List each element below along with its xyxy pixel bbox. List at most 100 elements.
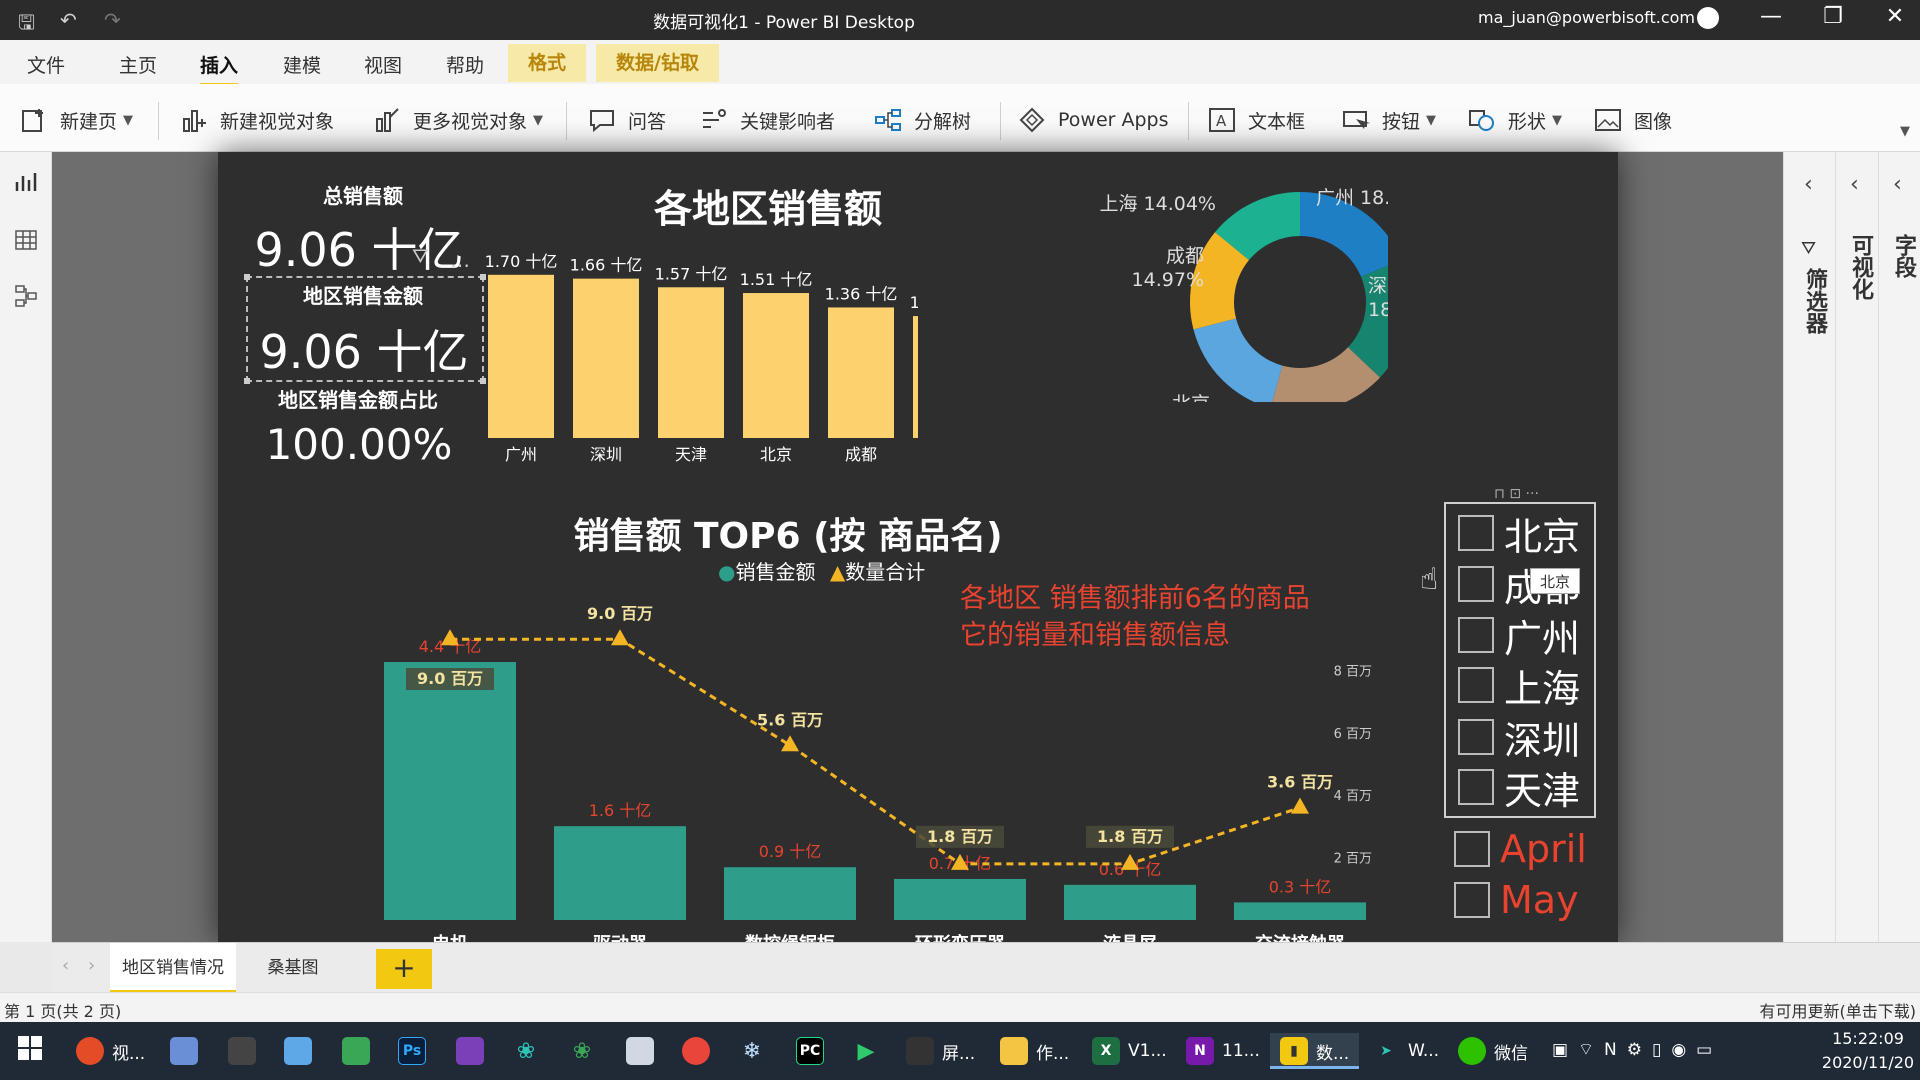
bar[interactable]: [724, 867, 856, 920]
taskbar-app-excel[interactable]: X V1...: [1092, 1033, 1167, 1069]
filter-icon[interactable]: ⛛: [412, 244, 429, 268]
tab-file[interactable]: 文件: [27, 51, 65, 78]
resize-handle[interactable]: [244, 274, 250, 280]
bar[interactable]: [384, 662, 516, 920]
taskbar-app-photoshop[interactable]: Ps: [398, 1033, 434, 1069]
taskbar-app-wechat[interactable]: 微信: [1458, 1033, 1528, 1069]
tab-data-drill[interactable]: 数据/钻取: [596, 44, 719, 82]
next-page-icon[interactable]: ›: [88, 955, 95, 976]
taskbar-app-browser[interactable]: 视...: [76, 1033, 145, 1069]
slicer-item-tianjin[interactable]: 天津: [1458, 766, 1580, 813]
bar[interactable]: [1234, 902, 1366, 920]
taskbar-app-pycharm[interactable]: PC: [796, 1033, 832, 1069]
slicer-header-icons[interactable]: ⊓ ⊡ ···: [1494, 486, 1539, 502]
taskbar-app-tool[interactable]: [342, 1033, 378, 1069]
checkbox[interactable]: [1454, 831, 1490, 867]
region-share-donut-chart[interactable]: 广州 18.76%深圳18.28%天津 17.28%北京16.67%成都14.9…: [968, 152, 1388, 402]
update-link[interactable]: 有可用更新(单击下载): [1760, 998, 1917, 1022]
ribbon-collapse-icon[interactable]: ▼: [1900, 124, 1910, 139]
taskbar-app-notes[interactable]: [284, 1033, 320, 1069]
slicer-item-april[interactable]: April: [1454, 827, 1587, 871]
page-tab-region-sales[interactable]: 地区销售情况: [110, 943, 236, 993]
chevron-left-icon[interactable]: ‹: [1850, 172, 1859, 197]
bar[interactable]: [743, 293, 809, 438]
key-influencers-button[interactable]: 关键影响者: [700, 106, 835, 134]
taskbar-app-onenote[interactable]: N 11...: [1186, 1033, 1260, 1069]
checkbox[interactable]: [1458, 667, 1494, 703]
taskbar-app-screen[interactable]: 屏...: [906, 1033, 975, 1069]
restore-button[interactable]: ❐: [1810, 4, 1856, 29]
textbox-button[interactable]: A 文本框: [1208, 106, 1305, 134]
bar[interactable]: [573, 278, 639, 438]
taskbar-app-doc[interactable]: [626, 1033, 662, 1069]
add-page-button[interactable]: +: [376, 949, 432, 989]
taskbar-app-video[interactable]: [228, 1033, 264, 1069]
prev-page-icon[interactable]: ‹: [62, 955, 69, 976]
taskbar-app-pdf[interactable]: [456, 1033, 492, 1069]
tab-view[interactable]: 视图: [364, 51, 402, 78]
slicer-item-beijing[interactable]: 北京: [1458, 512, 1580, 559]
tab-help[interactable]: 帮助: [446, 51, 484, 78]
taskbar-app-chrome[interactable]: [682, 1033, 718, 1069]
quantity-marker[interactable]: [611, 629, 629, 646]
minimize-button[interactable]: —: [1748, 4, 1794, 29]
checkbox[interactable]: [1454, 882, 1490, 918]
checkbox[interactable]: [1458, 515, 1494, 551]
page-tab-sankey[interactable]: 桑基图: [248, 943, 338, 993]
bar[interactable]: [554, 826, 686, 920]
bar[interactable]: [1064, 884, 1196, 920]
slicer-item-shanghai[interactable]: 上海: [1458, 664, 1580, 711]
image-button[interactable]: 图像: [1594, 106, 1672, 134]
checkbox[interactable]: [1458, 769, 1494, 805]
fields-pane-collapsed[interactable]: ‹ 字段: [1878, 152, 1920, 942]
new-visual-button[interactable]: 新建视觉对象: [180, 106, 334, 134]
taskbar-app-player[interactable]: ▶: [852, 1033, 888, 1069]
slicer-item-guangzhou[interactable]: 广州: [1458, 614, 1580, 661]
qa-button[interactable]: 问答: [588, 106, 666, 134]
quantity-marker[interactable]: [781, 735, 799, 752]
avatar[interactable]: [1697, 7, 1719, 29]
region-sales-bar-chart[interactable]: 1.70 十亿广州 1.66 十亿深圳 1.57 十亿天津 1.51 十亿北京 1.36…: [468, 232, 918, 472]
taskbar-app-word[interactable]: ➤ W...: [1372, 1033, 1439, 1069]
taskbar-app-paw[interactable]: ❀: [512, 1033, 548, 1069]
windows-start-icon[interactable]: [18, 1036, 42, 1064]
data-view-icon[interactable]: [14, 228, 38, 252]
tab-format[interactable]: 格式: [508, 44, 587, 82]
checkbox[interactable]: [1458, 617, 1494, 653]
new-page-button[interactable]: 新建页 ▼: [20, 106, 133, 134]
slicer-item-may[interactable]: May: [1454, 878, 1579, 922]
system-tray-icons[interactable]: ▣⌔N⚙▯◉▭: [1552, 1039, 1722, 1060]
taskbar-app-snow[interactable]: ❄: [738, 1033, 774, 1069]
region-sales-card[interactable]: 9.06 十亿: [234, 316, 494, 382]
clock[interactable]: 15:22:09 2020/11/20: [1820, 1027, 1916, 1075]
more-options-icon[interactable]: …: [450, 248, 470, 272]
checkbox[interactable]: [1458, 719, 1494, 755]
filters-pane-collapsed[interactable]: ‹ ⛛ 筛选器: [1783, 152, 1835, 942]
taskbar-app-paint[interactable]: [170, 1033, 206, 1069]
taskbar-app-paw2[interactable]: ❀: [568, 1033, 604, 1069]
total-sales-card[interactable]: 9.06 十亿: [234, 214, 484, 280]
bar[interactable]: [828, 307, 894, 438]
more-visuals-button[interactable]: 更多视觉对象 ▼: [373, 106, 543, 134]
power-apps-button[interactable]: Power Apps: [1018, 106, 1169, 134]
buttons-button[interactable]: 按钮 ▼: [1342, 106, 1436, 134]
report-view-icon[interactable]: [14, 170, 38, 194]
chevron-left-icon[interactable]: ‹: [1804, 172, 1813, 197]
quantity-marker[interactable]: [1291, 797, 1309, 814]
model-view-icon[interactable]: [14, 284, 38, 308]
visualizations-pane-collapsed[interactable]: ‹ 可视化: [1835, 152, 1878, 942]
tab-modeling[interactable]: 建模: [283, 51, 321, 78]
taskbar-app-powerbi[interactable]: ▮ 数...: [1270, 1033, 1360, 1069]
chevron-left-icon[interactable]: ‹: [1893, 172, 1902, 197]
bar[interactable]: [894, 878, 1026, 920]
decomposition-tree-button[interactable]: 分解树: [874, 106, 971, 134]
bar[interactable]: [658, 287, 724, 438]
bar[interactable]: [488, 274, 554, 438]
tab-insert[interactable]: 插入: [200, 51, 239, 86]
shapes-button[interactable]: 形状 ▼: [1468, 106, 1562, 134]
slicer-item-shenzhen[interactable]: 深圳: [1458, 716, 1580, 763]
taskbar-app-explorer[interactable]: 作...: [1000, 1033, 1069, 1069]
checkbox[interactable]: [1458, 566, 1494, 602]
close-button[interactable]: ✕: [1872, 4, 1918, 29]
tab-home[interactable]: 主页: [119, 51, 157, 78]
